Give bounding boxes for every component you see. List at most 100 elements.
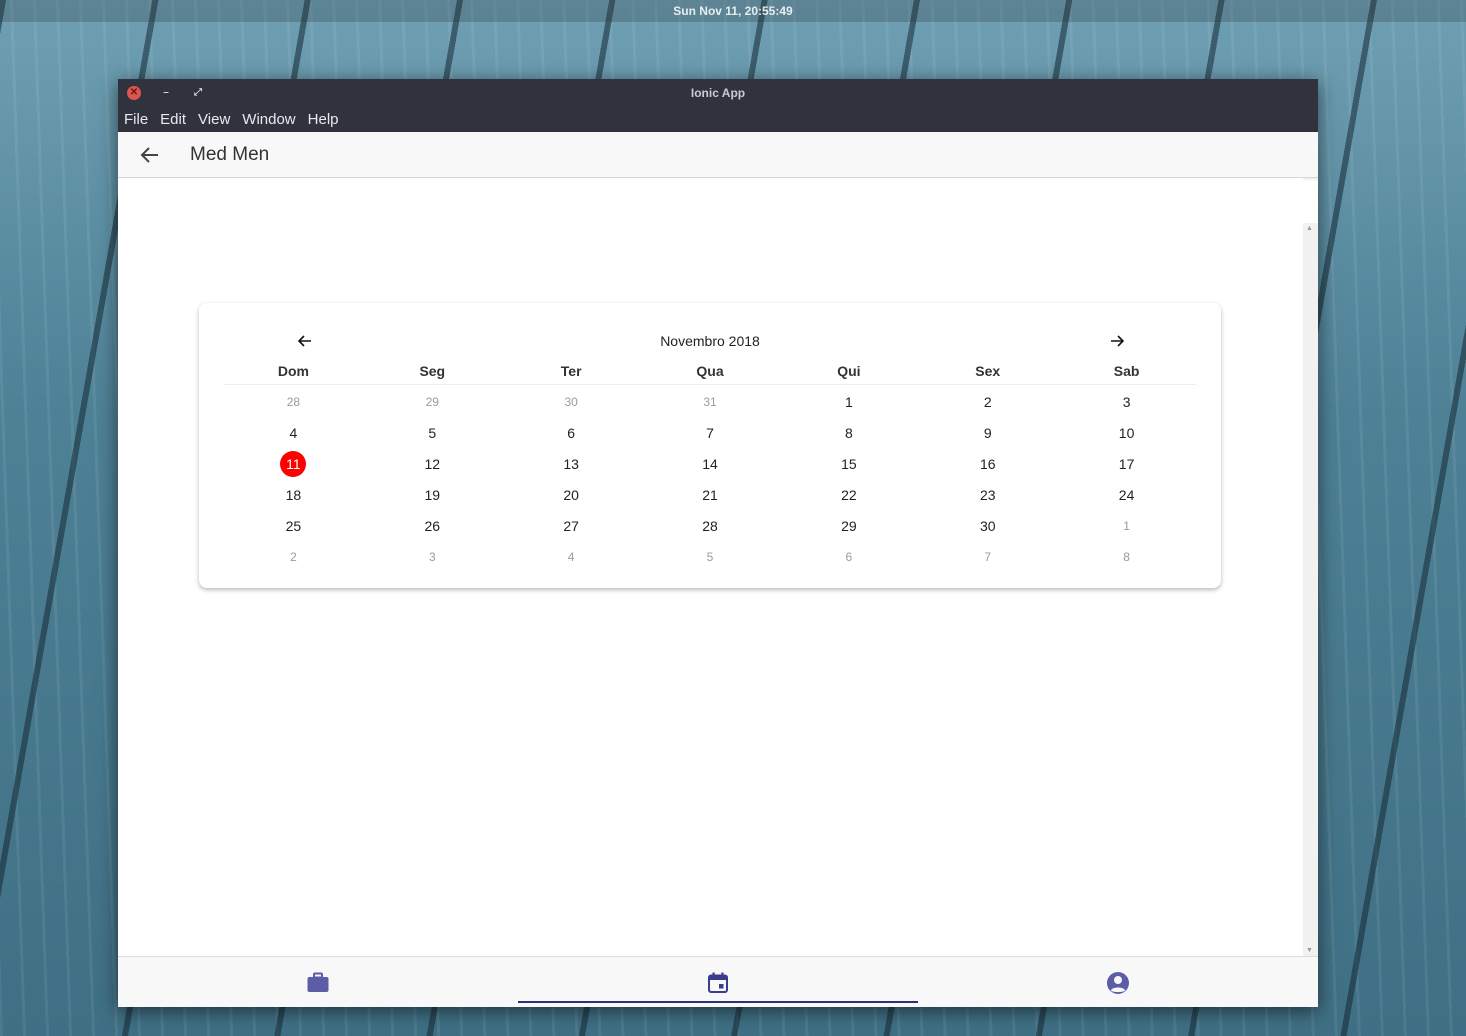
- calendar-day-label: 12: [424, 455, 441, 472]
- weekday-header: Dom Seg Ter Qua Qui Sex Sab: [224, 363, 1196, 385]
- calendar-day-label: 16: [979, 455, 996, 472]
- calendar-day-label: 22: [841, 486, 857, 503]
- calendar-day[interactable]: 20: [502, 479, 641, 510]
- next-month-button[interactable]: [1106, 331, 1128, 351]
- tab-bar: [118, 956, 1318, 1007]
- tab-calendar[interactable]: [518, 957, 918, 1007]
- window-title: Ionic App: [690, 86, 746, 100]
- calendar-day[interactable]: 6: [502, 417, 641, 448]
- calendar-day[interactable]: 27: [502, 510, 641, 541]
- calendar-week-row: 18 19 20 21 22 23 24: [224, 479, 1196, 510]
- calendar-day[interactable]: 30: [918, 510, 1057, 541]
- month-label: Novembro 2018: [660, 333, 760, 349]
- calendar-day[interactable]: 2: [918, 386, 1057, 417]
- calendar-day[interactable]: 5: [363, 417, 502, 448]
- calendar-day[interactable]: 8: [779, 417, 918, 448]
- menu-file[interactable]: File: [124, 111, 148, 128]
- calendar-day-label: 17: [1118, 455, 1135, 472]
- window-close-button[interactable]: ✕: [127, 86, 141, 100]
- calendar-day[interactable]: 29: [779, 510, 918, 541]
- menu-window[interactable]: Window: [242, 111, 295, 128]
- calendar-day[interactable]: 8: [1057, 541, 1196, 572]
- arrow-right-icon: [1111, 335, 1124, 347]
- vertical-scrollbar[interactable]: ▲ ▼: [1303, 223, 1318, 956]
- calendar-day-label: 30: [564, 394, 578, 409]
- calendar-day-label: 13: [563, 455, 579, 472]
- scroll-down-icon[interactable]: ▼: [1306, 947, 1313, 954]
- calendar-header: Novembro 2018: [199, 331, 1221, 351]
- calendar-day[interactable]: 18: [224, 479, 363, 510]
- menu-view[interactable]: View: [198, 111, 230, 128]
- weekday-label: Sex: [975, 363, 1001, 379]
- calendar-day-label: 4: [567, 549, 575, 564]
- calendar-day[interactable]: 4: [502, 541, 641, 572]
- calendar-day-label: 27: [563, 517, 579, 534]
- calendar-day[interactable]: 24: [1057, 479, 1196, 510]
- calendar-day[interactable]: 7: [918, 541, 1057, 572]
- page-title: Med Men: [190, 143, 270, 165]
- calendar-day-label: 3: [1122, 393, 1131, 410]
- calendar-day[interactable]: 5: [641, 541, 780, 572]
- menu-edit[interactable]: Edit: [160, 111, 186, 128]
- calendar-day[interactable]: 4: [224, 417, 363, 448]
- calendar-day-label: 8: [1123, 549, 1130, 564]
- calendar-day[interactable]: 29: [363, 386, 502, 417]
- calendar-day[interactable]: 21: [641, 479, 780, 510]
- window-minimize-button[interactable]: –: [159, 86, 173, 100]
- menu-help[interactable]: Help: [308, 111, 339, 128]
- calendar-day[interactable]: 19: [363, 479, 502, 510]
- weekday-label: Qui: [837, 363, 861, 379]
- calendar-day[interactable]: 13: [502, 448, 641, 479]
- calendar-week-row: 11 12 13 14 15 16 17: [224, 448, 1196, 479]
- calendar-day-label: 14: [702, 455, 718, 472]
- calendar-day-label: 9: [983, 424, 992, 441]
- calendar-day-label: 2: [290, 549, 297, 564]
- page-content: Novembro 2018 Dom Seg Ter Qua Qui Sex Sa…: [118, 178, 1303, 956]
- calendar-day[interactable]: 17: [1057, 448, 1196, 479]
- calendar-day[interactable]: 9: [918, 417, 1057, 448]
- calendar-day[interactable]: 14: [641, 448, 780, 479]
- calendar-day[interactable]: 15: [779, 448, 918, 479]
- system-clock: Sun Nov 11, 20:55:49: [0, 0, 1466, 22]
- calendar-day[interactable]: 1: [779, 386, 918, 417]
- calendar-day[interactable]: 3: [1057, 386, 1196, 417]
- calendar-day[interactable]: 28: [224, 386, 363, 417]
- calendar-day[interactable]: 22: [779, 479, 918, 510]
- calendar-week-row: 25 26 27 28 29 30 1: [224, 510, 1196, 541]
- calendar-day-label: 25: [285, 517, 302, 534]
- calendar-day-label: 2: [983, 393, 992, 410]
- calendar-day[interactable]: 10: [1057, 417, 1196, 448]
- tab-profile[interactable]: [918, 957, 1318, 1007]
- calendar-day[interactable]: 3: [363, 541, 502, 572]
- calendar-day-label: 21: [702, 486, 718, 503]
- calendar-day-label: 30: [979, 517, 996, 534]
- calendar-day[interactable]: 25: [224, 510, 363, 541]
- calendar-day-label: 10: [1118, 424, 1135, 441]
- calendar-day[interactable]: 31: [641, 386, 780, 417]
- calendar-day[interactable]: 6: [779, 541, 918, 572]
- scroll-up-icon[interactable]: ▲: [1306, 225, 1313, 232]
- calendar-day[interactable]: 12: [363, 448, 502, 479]
- calendar-day-label: 5: [428, 424, 437, 441]
- window-maximize-button[interactable]: ⤢: [191, 86, 205, 100]
- calendar-day-label: 7: [984, 549, 992, 564]
- calendar-day-label: 18: [285, 486, 302, 503]
- calendar-day[interactable]: 23: [918, 479, 1057, 510]
- calendar-day[interactable]: 30: [502, 386, 641, 417]
- calendar-day-label: 26: [424, 517, 441, 534]
- back-button[interactable]: [140, 144, 162, 166]
- menu-bar: File Edit View Window Help: [118, 107, 1318, 132]
- calendar-day-label: 31: [703, 394, 717, 409]
- calendar-week-row: 4 5 6 7 8 9 10: [224, 417, 1196, 448]
- calendar-day-today[interactable]: 11: [224, 448, 363, 479]
- calendar-day[interactable]: 2: [224, 541, 363, 572]
- weekday-label: Ter: [560, 363, 582, 379]
- calendar-day-label: 15: [841, 455, 857, 472]
- calendar-day[interactable]: 26: [363, 510, 502, 541]
- calendar-day[interactable]: 1: [1057, 510, 1196, 541]
- calendar-day-label: 4: [289, 424, 298, 441]
- calendar-day[interactable]: 7: [641, 417, 780, 448]
- calendar-day[interactable]: 16: [918, 448, 1057, 479]
- tab-briefcase[interactable]: [118, 957, 518, 1007]
- calendar-day[interactable]: 28: [641, 510, 780, 541]
